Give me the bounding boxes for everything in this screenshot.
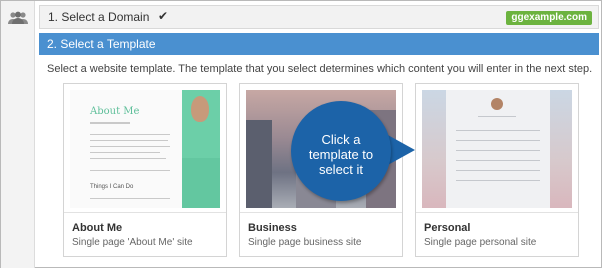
checkmark-icon: ✔ [158,9,169,23]
domain-badge: ggexample.com [506,11,592,25]
callout-text: Click a template to select it [293,132,389,177]
template-description: Single page 'About Me' site [72,237,193,248]
template-description: Single page business site [248,237,362,248]
users-icon[interactable] [7,11,29,25]
main-panel: 1. Select a Domain ✔ ggexample.com 2. Se… [39,1,599,268]
template-card-about-me[interactable]: About Me Things I Can Do About Me Single… [63,83,227,257]
step-select-domain[interactable]: 1. Select a Domain ✔ ggexample.com [39,5,599,29]
step-select-template[interactable]: 2. Select a Template [39,33,599,55]
callout-line-3: select it [318,162,364,177]
thumbnail-title: About Me [90,106,140,117]
template-name: Business [248,222,297,234]
sidebar [1,1,35,268]
callout-line-2: template to [308,147,374,162]
step-select-template-label: 2. Select a Template [47,37,156,51]
avatar [491,98,503,110]
callout-line-1: Click a [321,132,361,147]
template-description: Single page personal site [424,237,537,248]
balloon-image [191,96,209,122]
template-instructions: Select a website template. The template … [47,63,593,75]
template-thumbnail-about-me[interactable]: About Me Things I Can Do [70,90,220,208]
template-name: About Me [72,222,123,234]
thumbnail-subtitle: Things I Can Do [90,184,134,190]
step-select-domain-label: 1. Select a Domain [48,10,150,24]
template-card-personal[interactable]: Personal Single page personal site [415,83,579,257]
template-thumbnail-personal[interactable] [422,90,572,208]
template-name: Personal [424,222,471,234]
